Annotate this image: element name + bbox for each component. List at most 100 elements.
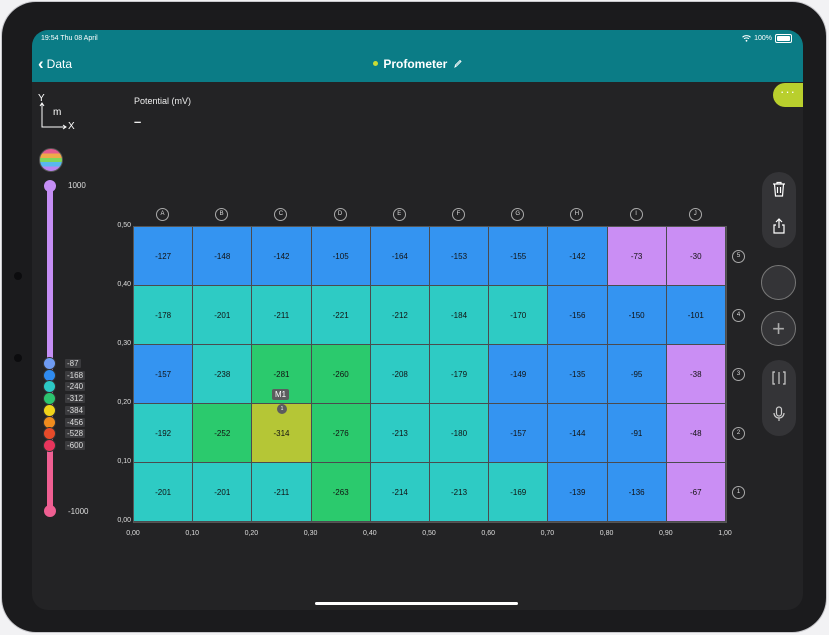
scale-max-handle[interactable] — [44, 180, 56, 192]
grid-cell[interactable]: -169 — [489, 463, 549, 522]
grid-cell[interactable]: -91 — [607, 404, 667, 463]
grid-cell[interactable]: -144 — [548, 404, 608, 463]
home-indicator[interactable] — [315, 602, 518, 605]
grid-cell[interactable]: -212 — [370, 286, 430, 345]
grid-cell[interactable]: -150 — [607, 286, 667, 345]
add-button[interactable]: + — [761, 311, 796, 346]
grid-cell[interactable]: -101 — [666, 286, 726, 345]
grid-cell[interactable]: -213 — [429, 463, 490, 522]
grid-cell[interactable]: -192 — [134, 404, 194, 463]
x-tick-label: 0,50 — [422, 530, 436, 537]
grid-cell[interactable]: -263 — [311, 463, 371, 522]
record-button[interactable] — [761, 265, 796, 300]
grid-cell[interactable]: -30 — [666, 227, 726, 286]
grid-cell[interactable]: -48 — [666, 404, 726, 463]
grid-cell[interactable]: -156 — [548, 286, 608, 345]
column-label: F — [452, 208, 465, 221]
row-label: 1 — [732, 486, 745, 499]
nav-bar: 19:54 Thu 08 April 100% ‹ Data Profomete… — [32, 30, 803, 82]
scale-level-dot[interactable] — [44, 404, 55, 416]
grid-cell[interactable]: -208 — [370, 345, 430, 404]
axis-orientation-icon: Y m X — [38, 93, 78, 137]
grid-cell[interactable]: -184 — [429, 286, 490, 345]
x-tick-label: 0,70 — [540, 530, 555, 537]
grid-cell[interactable]: -139 — [548, 463, 608, 522]
scale-level-dot[interactable] — [44, 416, 55, 428]
share-icon[interactable] — [762, 218, 796, 238]
grid-cell[interactable]: -252 — [193, 404, 253, 463]
tool-group-bottom — [762, 360, 796, 436]
grid-cell[interactable]: -136 — [607, 463, 667, 522]
microphone-icon[interactable] — [762, 406, 796, 426]
x-tick-label: 0,60 — [481, 530, 495, 537]
x-tick-label: 0,90 — [658, 530, 673, 537]
column-label: C — [274, 208, 288, 221]
grid-cell[interactable]: -142 — [252, 227, 312, 286]
grid-cell[interactable]: -201 — [193, 286, 253, 345]
scale-level-dot[interactable] — [44, 393, 55, 405]
grid-cell[interactable]: -211 — [252, 286, 312, 345]
grid-cell[interactable]: -105 — [311, 227, 371, 286]
y-tick-label: 0,10 — [117, 458, 131, 465]
status-indicators: 100% — [742, 34, 792, 43]
grid-cell[interactable]: -149 — [489, 345, 549, 404]
x-tick-label: 0,80 — [599, 530, 614, 537]
grid-cell[interactable]: -238 — [193, 345, 253, 404]
scale-level-dot[interactable] — [44, 428, 55, 440]
scale-level-label: -528 — [65, 429, 86, 439]
split-view-icon[interactable] — [762, 371, 796, 389]
battery-percent: 100% — [754, 35, 772, 42]
grid-cell[interactable]: -201 — [193, 463, 253, 522]
row-label: 4 — [732, 309, 745, 322]
color-scale-icon[interactable] — [39, 148, 63, 172]
grid-cell[interactable]: -73 — [607, 227, 667, 286]
grid-cell[interactable]: -148 — [193, 227, 253, 286]
grid-cell[interactable]: -276 — [311, 404, 371, 463]
color-scale-slider[interactable] — [47, 185, 53, 512]
column-label: G — [511, 208, 525, 221]
measurement-value: – — [134, 114, 142, 129]
grid-cell[interactable]: -153 — [429, 227, 490, 286]
grid-cell[interactable]: -260 — [311, 345, 371, 404]
grid-cell[interactable]: -95 — [607, 345, 667, 404]
grid-cell[interactable]: -67 — [666, 463, 726, 522]
grid-cell[interactable]: -127 — [134, 227, 194, 286]
page-title[interactable]: Profometer — [32, 57, 803, 71]
grid-cell[interactable]: -38 — [666, 345, 726, 404]
grid-cell[interactable]: -211 — [252, 463, 312, 522]
potential-grid[interactable]: -127 -148 -142 -105 -164 -153 -155 -142 -73 -30 -1… — [133, 226, 727, 523]
scale-level-dot[interactable] — [44, 381, 55, 393]
trash-icon[interactable] — [762, 181, 796, 201]
column-label: A — [156, 208, 169, 221]
grid-cell[interactable]: -164 — [370, 227, 430, 286]
marker-label[interactable]: M1 — [272, 389, 290, 400]
grid-cell[interactable]: -178 — [134, 286, 194, 345]
grid-cell[interactable]: -142 — [548, 227, 608, 286]
scale-level-dot[interactable] — [44, 358, 55, 369]
grid-cell[interactable]: -180 — [429, 404, 490, 463]
grid-cell[interactable]: -157 — [134, 345, 194, 404]
x-tick-label: 0,10 — [185, 530, 199, 537]
column-label: J — [688, 208, 702, 221]
more-options-button[interactable]: ··· — [773, 83, 803, 107]
grid-cell[interactable]: -170 — [489, 286, 549, 345]
grid-cell[interactable]: -214 — [370, 463, 430, 522]
row-label: 3 — [732, 368, 745, 381]
scale-min-handle[interactable] — [44, 505, 56, 517]
y-tick-label: 0,50 — [117, 222, 131, 229]
column-label: I — [629, 208, 643, 221]
scale-level-dot[interactable] — [44, 369, 55, 381]
grid-cell[interactable]: -213 — [370, 404, 430, 463]
grid-cell[interactable]: -155 — [489, 227, 549, 286]
scale-level-label: -87 — [65, 359, 81, 368]
grid-cell[interactable]: -221 — [311, 286, 371, 345]
grid-cell[interactable]: -157 — [489, 404, 549, 463]
page-title-text: Profometer — [383, 57, 448, 71]
marker-pin[interactable]: 1 — [277, 404, 287, 414]
column-label: H — [570, 208, 584, 221]
grid-cell[interactable]: -179 — [429, 345, 490, 404]
grid-cell[interactable]: -201 — [134, 463, 194, 522]
side-sensor — [14, 354, 22, 362]
grid-cell[interactable]: -135 — [548, 345, 608, 404]
scale-level-dot[interactable] — [44, 439, 55, 451]
